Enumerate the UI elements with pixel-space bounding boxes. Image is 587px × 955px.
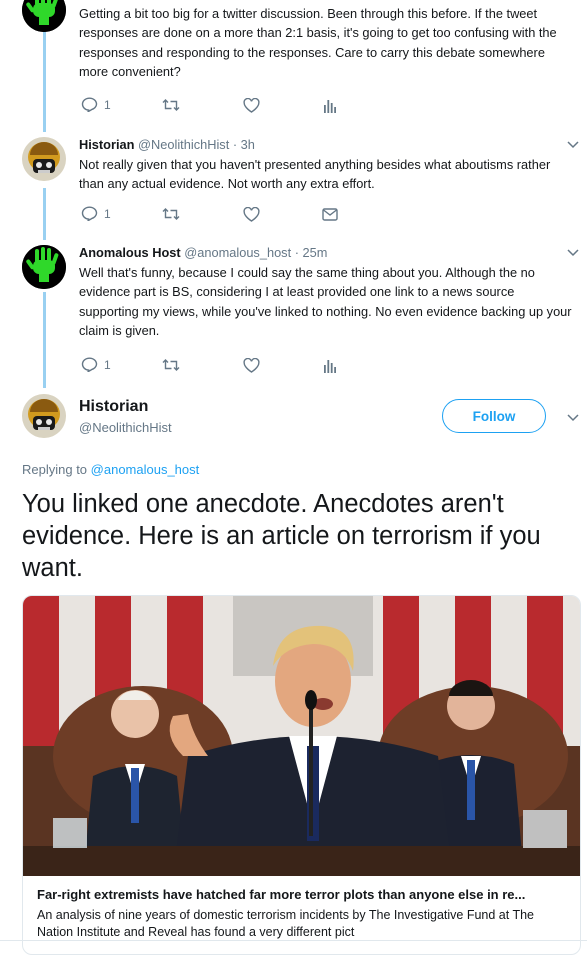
card-title[interactable]: Far-right extremists have hatched far mo… — [37, 887, 572, 902]
retweet-icon — [162, 208, 180, 220]
card-photo — [23, 596, 580, 876]
reply-count: 1 — [104, 357, 111, 372]
divider — [0, 940, 587, 941]
user-handle[interactable]: @anomalous_host — [184, 245, 291, 260]
thread-line — [43, 292, 46, 388]
tweet-header: Historian @NeolithichHist · 3h — [79, 137, 255, 152]
user-handle[interactable]: @NeolithichHist — [138, 137, 229, 152]
analytics-icon — [324, 360, 336, 373]
analytics-button[interactable] — [324, 358, 336, 373]
heart-icon — [243, 207, 260, 222]
replying-to: Replying to @anomalous_host — [22, 462, 199, 477]
separator-dot: · — [229, 137, 241, 152]
card-image[interactable] — [23, 596, 580, 876]
display-name[interactable]: Historian — [79, 398, 148, 416]
like-button[interactable] — [243, 98, 260, 113]
reply-count: 1 — [104, 206, 111, 221]
reply-button[interactable]: 1 — [81, 357, 111, 372]
reply-count: 1 — [104, 97, 111, 112]
card-description: An analysis of nine years of domestic te… — [37, 908, 535, 939]
retweet-button[interactable] — [162, 207, 180, 221]
follow-button[interactable]: Follow — [442, 399, 546, 433]
thread-line — [43, 188, 46, 240]
tweet-text: You linked one anecdote. Anecdotes aren'… — [22, 490, 541, 582]
display-name[interactable]: Anomalous Host — [79, 245, 181, 260]
retweet-icon — [162, 359, 180, 371]
analytics-button[interactable] — [324, 98, 336, 113]
avatar[interactable] — [22, 137, 66, 181]
reply-icon — [81, 206, 98, 221]
direct-message-button[interactable] — [322, 208, 338, 221]
reply-icon — [81, 97, 98, 112]
timestamp[interactable]: 3h — [241, 137, 255, 152]
user-handle[interactable]: @NeolithichHist — [79, 420, 172, 435]
analytics-icon — [324, 100, 336, 113]
tweet-text: Well that's funny, because I could say t… — [79, 265, 572, 338]
tweet-text: Not really given that you haven't presen… — [79, 157, 551, 192]
like-button[interactable] — [243, 207, 260, 222]
chevron-down-icon[interactable] — [567, 249, 579, 257]
astronaut-skull-icon — [22, 394, 66, 438]
retweet-icon — [162, 99, 180, 111]
link-card[interactable]: Far-right extremists have hatched far mo… — [22, 595, 581, 955]
display-name[interactable]: Historian — [79, 137, 134, 152]
reply-button[interactable]: 1 — [81, 206, 111, 221]
astronaut-skull-icon — [22, 137, 66, 181]
reply-button[interactable]: 1 — [81, 97, 111, 112]
alien-hand-icon — [22, 245, 66, 289]
tweet-text: Getting a bit too big for a twitter disc… — [79, 6, 557, 79]
tweet-header: Anomalous Host @anomalous_host · 25m — [79, 245, 327, 260]
heart-icon — [243, 358, 260, 373]
retweet-button[interactable] — [162, 358, 180, 372]
like-button[interactable] — [243, 358, 260, 373]
separator-dot: · — [291, 245, 303, 260]
chevron-down-icon[interactable] — [567, 414, 579, 422]
retweet-button[interactable] — [162, 98, 180, 112]
replying-to-prefix: Replying to — [22, 462, 91, 477]
timestamp[interactable]: 25m — [303, 245, 328, 260]
message-icon — [322, 208, 338, 221]
heart-icon — [243, 98, 260, 113]
alien-hand-icon — [22, 0, 66, 32]
avatar[interactable] — [22, 245, 66, 289]
avatar[interactable] — [22, 0, 66, 32]
avatar[interactable] — [22, 394, 66, 438]
reply-icon — [81, 357, 98, 372]
chevron-down-icon[interactable] — [567, 141, 579, 149]
replying-to-handle[interactable]: @anomalous_host — [91, 462, 200, 477]
